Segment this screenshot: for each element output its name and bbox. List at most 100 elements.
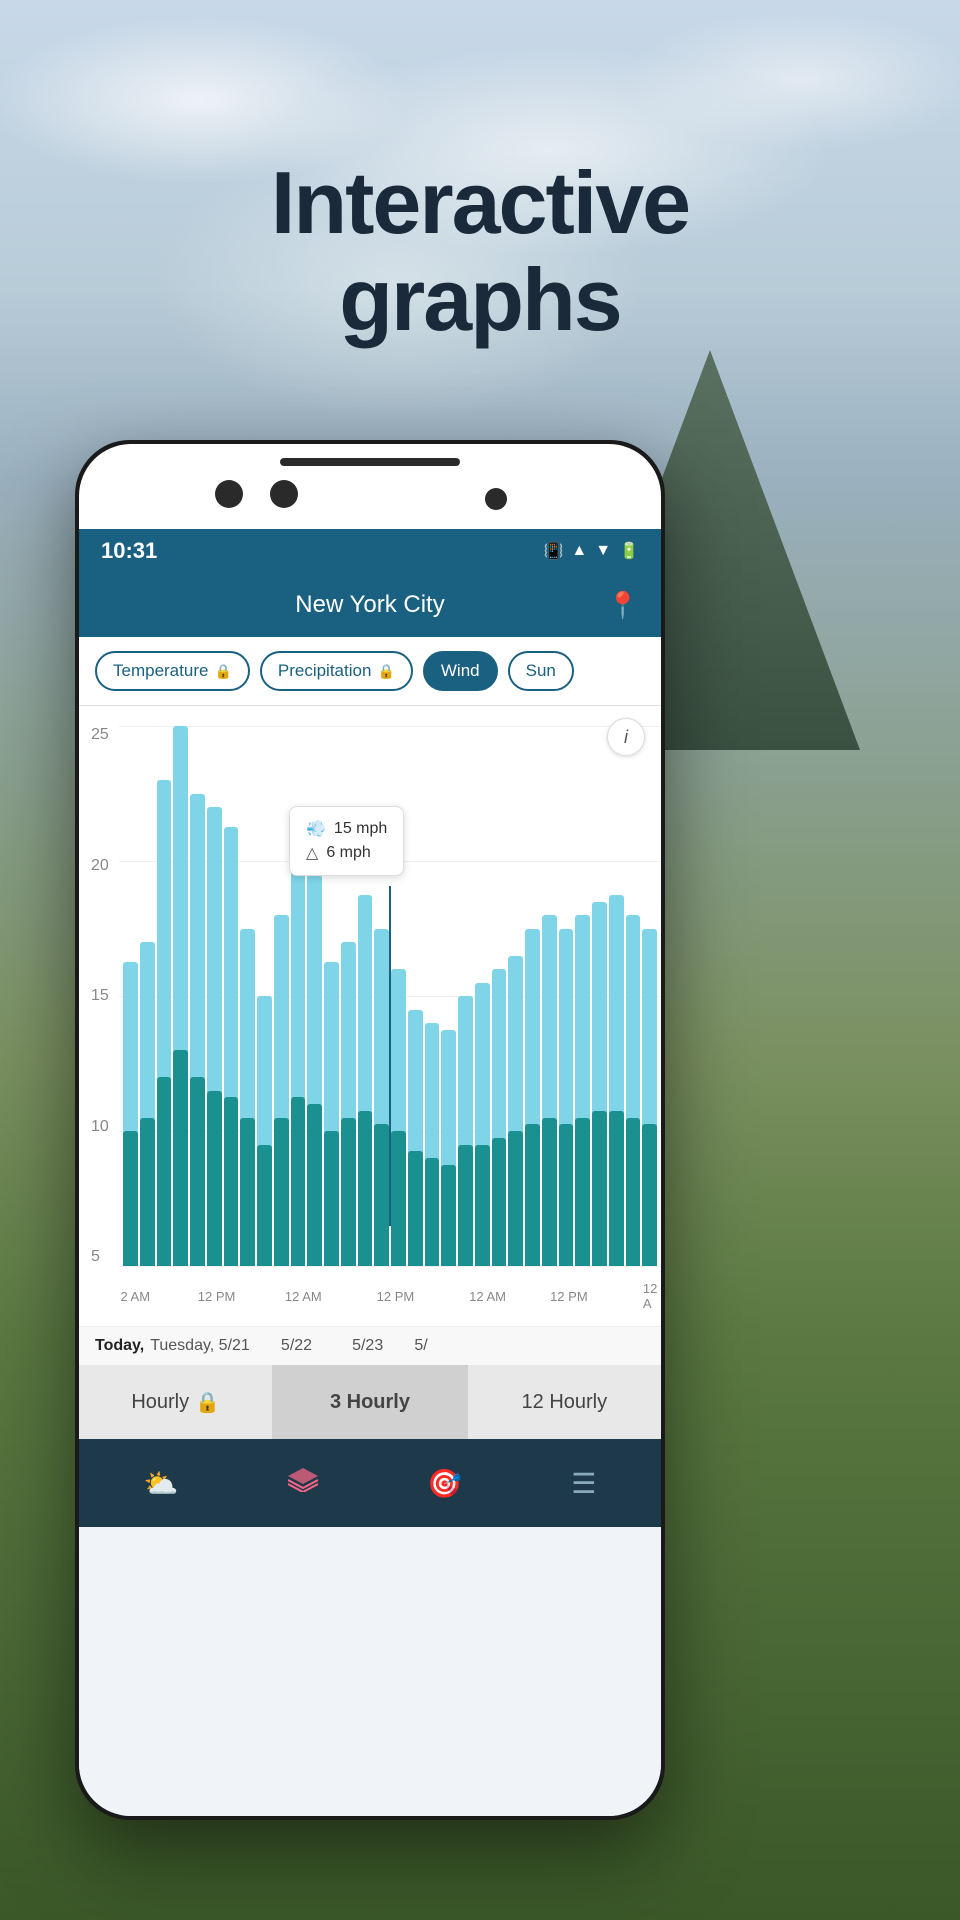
bar-outer <box>157 780 172 1266</box>
bar-inner <box>291 1097 306 1266</box>
bar-group <box>274 726 289 1266</box>
battery-icon: 🔋 <box>619 541 639 561</box>
bar-inner <box>257 1145 272 1267</box>
info-button[interactable]: i <box>607 718 645 756</box>
bar-outer <box>374 929 389 1267</box>
12hourly-tab[interactable]: 12 Hourly <box>468 1365 661 1439</box>
location-pin-icon[interactable]: 📍 <box>607 590 639 621</box>
gust-speed-value: 6 mph <box>326 844 370 862</box>
chart-tooltip: 💨 15 mph △ 6 mph <box>289 806 404 876</box>
bar-outer <box>492 969 507 1266</box>
3hourly-tab[interactable]: 3 Hourly <box>273 1365 467 1439</box>
filter-tabs: Temperature 🔒 Precipitation 🔒 Wind Sun <box>79 637 661 706</box>
bar-group <box>525 726 540 1266</box>
date-text: Tuesday, 5/21 5/22 5/23 5/ <box>150 1337 427 1355</box>
layers-icon <box>288 1467 318 1499</box>
city-name: New York City <box>295 591 444 619</box>
bar-outer <box>391 969 406 1266</box>
chart-area: i 25 20 15 10 5 <box>79 706 661 1326</box>
wind-label: Wind <box>441 661 480 681</box>
bar-inner <box>425 1158 440 1266</box>
sun-tab[interactable]: Sun <box>508 651 574 691</box>
hourly-tab[interactable]: Hourly 🔒 <box>79 1365 273 1439</box>
bar-inner <box>642 1124 657 1266</box>
phone-microphone <box>485 488 507 510</box>
bar-outer <box>592 902 607 1267</box>
bar-outer <box>475 983 490 1267</box>
nav-layers[interactable] <box>288 1467 318 1499</box>
bar-outer <box>123 962 138 1266</box>
interval-tabs: Hourly 🔒 3 Hourly 12 Hourly <box>79 1365 661 1439</box>
bar-outer <box>257 996 272 1266</box>
nav-radar[interactable]: 🎯 <box>427 1467 462 1500</box>
today-label: Today, <box>95 1337 144 1355</box>
bar-group <box>257 726 272 1266</box>
x-label-12pm-1: 12 PM <box>198 1289 236 1304</box>
chart-cursor <box>389 886 391 1226</box>
precipitation-label: Precipitation <box>278 661 372 681</box>
bar-group <box>240 726 255 1266</box>
bar-inner <box>542 1118 557 1267</box>
y-axis: 25 20 15 10 5 <box>91 726 109 1266</box>
bar-inner <box>123 1131 138 1266</box>
bar-inner <box>592 1111 607 1266</box>
y-label-15: 15 <box>91 987 109 1005</box>
bar-inner <box>508 1131 523 1266</box>
bar-inner <box>274 1118 289 1267</box>
x-label-12pm-3: 12 PM <box>550 1289 588 1304</box>
y-label-20: 20 <box>91 857 109 875</box>
menu-icon: ☰ <box>571 1467 596 1500</box>
bar-inner <box>358 1111 373 1266</box>
precipitation-lock-icon: 🔒 <box>377 663 394 680</box>
bar-group <box>408 726 423 1266</box>
bar-outer <box>207 807 222 1266</box>
bar-group <box>140 726 155 1266</box>
bar-inner <box>575 1118 590 1267</box>
temperature-tab[interactable]: Temperature 🔒 <box>95 651 250 691</box>
x-label-12am-2: 12 AM <box>469 1289 506 1304</box>
bar-outer <box>542 915 557 1266</box>
x-label-12a: 12 A <box>643 1281 657 1311</box>
bar-outer <box>173 726 188 1266</box>
bar-outer <box>358 895 373 1266</box>
phone-camera-right <box>270 480 298 508</box>
temperature-label: Temperature <box>113 661 208 681</box>
bar-group <box>508 726 523 1266</box>
bar-group <box>609 726 624 1266</box>
bar-inner <box>391 1131 406 1266</box>
bar-outer <box>575 915 590 1266</box>
nav-menu[interactable]: ☰ <box>571 1467 596 1500</box>
bar-inner <box>240 1118 255 1267</box>
bar-group <box>224 726 239 1266</box>
12hourly-label: 12 Hourly <box>522 1391 608 1414</box>
bar-outer <box>307 875 322 1267</box>
bar-outer <box>458 996 473 1266</box>
wind-speed-value: 15 mph <box>334 820 387 838</box>
phone-speaker <box>280 458 460 466</box>
bar-group <box>207 726 222 1266</box>
x-axis: 2 AM 12 PM 12 AM 12 PM 12 AM 12 PM 12 A <box>119 1266 661 1326</box>
signal-icon: ▲ <box>571 542 587 560</box>
bar-inner <box>173 1050 188 1266</box>
bar-inner <box>626 1118 641 1267</box>
bar-inner <box>140 1118 155 1267</box>
wind-speed-icon: 💨 <box>306 819 326 839</box>
status-icons: 📳 ▲ ▼ 🔋 <box>543 541 639 561</box>
nav-weather[interactable]: ⛅ <box>144 1467 179 1500</box>
bar-outer <box>559 929 574 1267</box>
bar-outer <box>324 962 339 1266</box>
bar-group <box>542 726 557 1266</box>
bar-outer <box>224 827 239 1266</box>
bar-group <box>642 726 657 1266</box>
bar-group <box>592 726 607 1266</box>
bar-outer <box>425 1023 440 1266</box>
bar-inner <box>157 1077 172 1266</box>
precipitation-tab[interactable]: Precipitation 🔒 <box>260 651 413 691</box>
bar-inner <box>458 1145 473 1267</box>
bar-outer <box>274 915 289 1266</box>
bottom-nav: ⛅ 🎯 ☰ <box>79 1439 661 1527</box>
bar-group <box>475 726 490 1266</box>
bar-outer <box>609 895 624 1266</box>
wind-tab[interactable]: Wind <box>423 651 498 691</box>
page-title: Interactive graphs <box>0 155 960 349</box>
